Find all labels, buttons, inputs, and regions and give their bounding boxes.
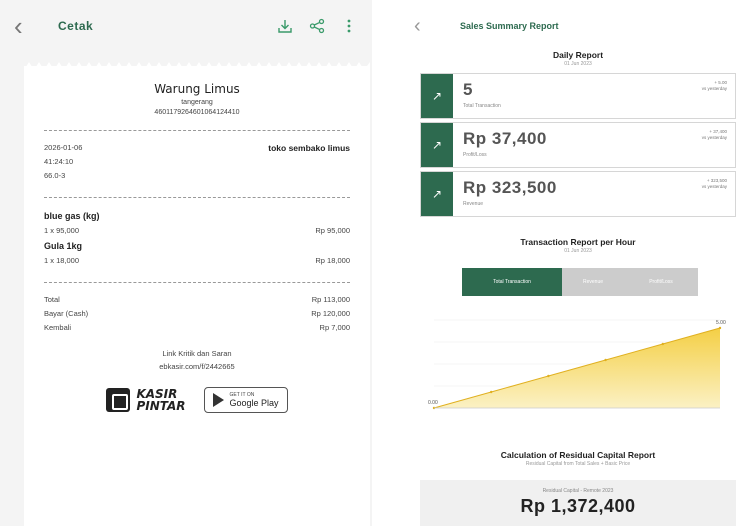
page-title: Sales Summary Report <box>460 21 559 31</box>
summary-label: Kembali <box>44 323 72 332</box>
receipt-id: 66.0-3 <box>44 171 66 180</box>
store-name: Warung Limus <box>154 82 240 96</box>
card-change: + 37,400 vs yesterday <box>702 129 727 141</box>
change-label: vs yesterday <box>701 184 727 189</box>
kasir-pintar-wordmark: KASIR PINTAR <box>136 388 185 412</box>
item-name: Gula 1kg <box>44 241 83 251</box>
item-qty: 1 x 95,000 <box>44 226 80 235</box>
brand-line-2: PINTAR <box>136 399 186 413</box>
receipt: Warung Limus tangerang 46011792646010641… <box>24 62 370 526</box>
card-body: 5 Total Transaction + 5.00 vs yesterday <box>453 74 735 118</box>
card-profit-loss[interactable]: ↗ Rp 37,400 Profit/Loss + 37,400 vs yest… <box>420 122 736 168</box>
summary-label: Total <box>44 295 60 304</box>
chart-point <box>661 342 664 346</box>
capital-label: Residual Capital - Remote 2023 <box>542 488 614 494</box>
capital-value: Rp 1,372,400 <box>520 496 636 516</box>
item-name: blue gas (kg) <box>44 211 100 221</box>
chart-point <box>490 390 493 394</box>
chart-point <box>718 326 722 330</box>
item-qty: 1 x 18,000 <box>44 256 80 265</box>
summary-row-paid: Bayar (Cash) Rp 120,000 <box>44 307 350 321</box>
capital-box: Residual Capital - Remote 2023 Rp 1,372,… <box>420 480 736 526</box>
card-value: Rp 37,400 <box>463 129 547 148</box>
item-total: Rp 95,000 <box>315 226 350 235</box>
screen-gap <box>372 0 402 526</box>
store-city: tangerang <box>181 99 213 106</box>
card-label: Revenue <box>463 201 484 207</box>
receipt-logos: KASIR PINTAR GET IT ON Google Play <box>44 387 350 413</box>
summary-value: Rp 7,000 <box>319 323 350 332</box>
divider <box>44 130 350 131</box>
print-header: ‹ Cetak <box>0 0 372 52</box>
chart-tabs: Total Transaction Revenue Profit/Loss <box>462 268 754 296</box>
change-label: vs yesterday <box>701 135 727 140</box>
card-value: Rp 323,500 <box>463 178 557 197</box>
card-change: + 323,500 vs yesterday <box>702 178 727 190</box>
page-title: Cetak <box>58 19 94 33</box>
summary-value: Rp 113,000 <box>311 295 350 304</box>
chart-point <box>604 358 607 362</box>
chart-data-label: 0.00 <box>428 400 438 406</box>
item-row: 1 x 95,000 Rp 95,000 <box>44 224 350 238</box>
back-arrow-icon[interactable]: ‹ <box>414 16 446 36</box>
trend-up-icon: ↗ <box>421 74 453 118</box>
capital-subtitle: Residual Capital from Total Sales + Basi… <box>525 461 631 467</box>
share-icon[interactable] <box>308 17 326 35</box>
print-screen: ‹ Cetak Warung Limus tangerang 460117926… <box>0 0 372 526</box>
receipt-footer: Link Kritik dan Saran ebkasir.com/f/2442… <box>44 347 350 373</box>
capital-section: Calculation of Residual Capital Report R… <box>402 450 754 467</box>
more-vert-icon[interactable] <box>340 17 358 35</box>
shop-type: toko sembako limus <box>268 143 350 153</box>
store-code: 4601179264601064124410 <box>154 109 240 116</box>
tab-revenue[interactable]: Revenue <box>562 268 624 296</box>
summary-row-total: Total Rp 113,000 <box>44 293 350 307</box>
divider <box>44 282 350 283</box>
capital-title: Calculation of Residual Capital Report <box>500 450 656 460</box>
tab-total-transaction[interactable]: Total Transaction <box>462 268 562 296</box>
chart-point <box>547 374 550 378</box>
card-change: + 5.00 vs yesterday <box>702 80 727 92</box>
receipt-time: 41:24:10 <box>44 157 74 166</box>
summary-label: Bayar (Cash) <box>44 309 89 318</box>
receipt-edge-top <box>24 62 370 70</box>
badge-big-text: Google Play <box>229 398 279 408</box>
change-label: vs yesterday <box>701 86 727 91</box>
footer-link: ebkasir.com/f/2442665 <box>159 362 235 371</box>
google-play-badge: GET IT ON Google Play <box>203 387 288 413</box>
back-arrow-icon[interactable]: ‹ <box>14 13 46 39</box>
daily-cards: ↗ 5 Total Transaction + 5.00 vs yesterda… <box>420 73 736 217</box>
google-play-icon <box>212 393 224 407</box>
receipt-meta-row: 2026-01-06 toko sembako limus <box>44 141 350 155</box>
tab-profit-loss[interactable]: Profit/Loss <box>624 268 698 296</box>
daily-report-date: 01 Jun 2023 <box>564 61 592 67</box>
card-value: 5 <box>463 80 473 99</box>
summary-header: ‹ Sales Summary Report <box>402 0 754 52</box>
receipt-date: 2026-01-06 <box>44 143 83 152</box>
hourly-report-title: Transaction Report per Hour <box>520 237 636 247</box>
card-revenue[interactable]: ↗ Rp 323,500 Revenue + 323,500 vs yester… <box>420 171 736 217</box>
download-icon[interactable] <box>276 17 294 35</box>
divider <box>44 197 350 198</box>
hourly-report-date: 01 Jun 2023 <box>564 248 592 254</box>
sales-summary-screen: ‹ Sales Summary Report Daily Report 01 J… <box>402 0 754 526</box>
receipt-time-row: 41:24:10 <box>44 155 350 169</box>
item-total: Rp 18,000 <box>315 256 350 265</box>
card-label: Profit/Loss <box>463 152 487 158</box>
summary-row-change: Kembali Rp 7,000 <box>44 321 350 335</box>
kasir-pintar-logo: KASIR PINTAR <box>106 388 186 412</box>
chart-data-label: 5.00 <box>716 320 726 326</box>
hourly-area-chart: 0.00 5.00 <box>428 319 726 410</box>
receipt-id-row: 66.0-3 <box>44 169 350 183</box>
card-body: Rp 323,500 Revenue + 323,500 vs yesterda… <box>453 172 735 216</box>
card-total-transaction[interactable]: ↗ 5 Total Transaction + 5.00 vs yesterda… <box>420 73 736 119</box>
trend-up-icon: ↗ <box>421 172 453 216</box>
summary-value: Rp 120,000 <box>311 309 350 318</box>
trend-up-icon: ↗ <box>421 123 453 167</box>
footer-line-1: Link Kritik dan Saran <box>162 349 232 358</box>
daily-report-title: Daily Report <box>552 50 604 60</box>
card-label: Total Transaction <box>463 103 501 109</box>
item-row: 1 x 18,000 Rp 18,000 <box>44 254 350 268</box>
card-body: Rp 37,400 Profit/Loss + 37,400 vs yester… <box>453 123 735 167</box>
kasir-pintar-icon <box>106 388 131 412</box>
